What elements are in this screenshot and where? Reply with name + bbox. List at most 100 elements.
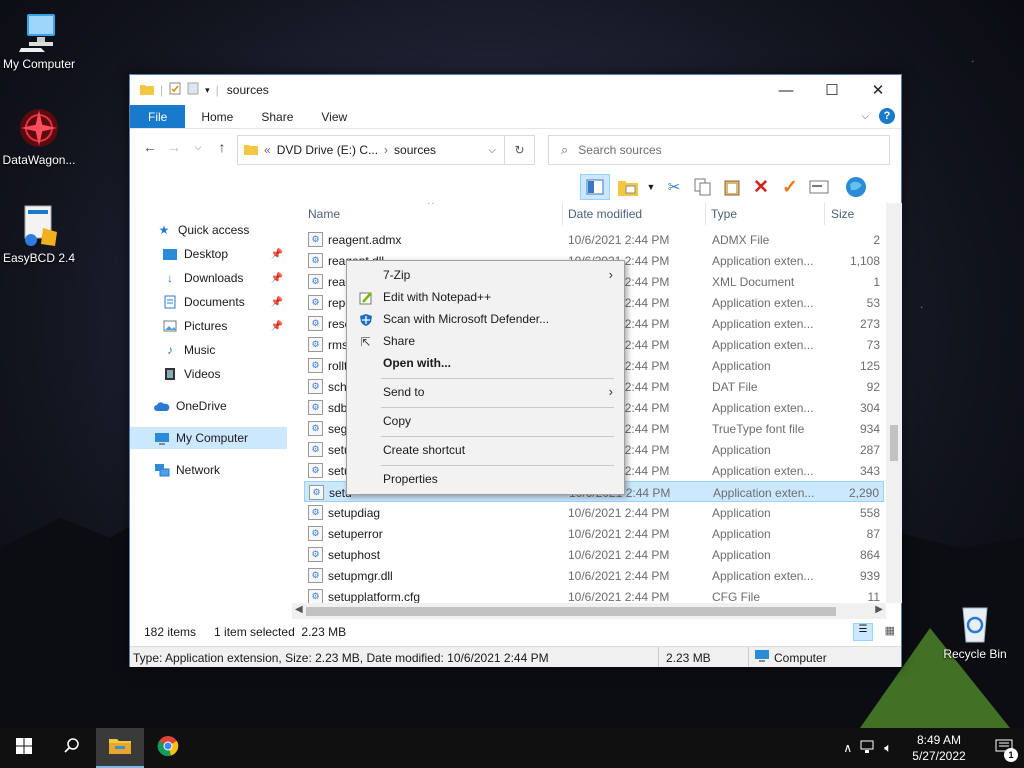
nav-quick-access[interactable]: ★ Quick access	[130, 219, 287, 241]
select-all-icon[interactable]	[808, 176, 830, 198]
scroll-right-icon[interactable]: ▶	[875, 604, 883, 615]
file-type: TrueType font file	[712, 422, 805, 436]
file-size: 934	[859, 422, 880, 436]
nav-pictures[interactable]: Pictures 📌	[130, 315, 287, 337]
expand-ribbon-icon[interactable]: ⌵	[861, 111, 869, 122]
file-row[interactable]: ⚙ setupdiag 10/6/2021 2:44 PM Application 55…	[304, 502, 884, 523]
file-row[interactable]: ⚙ setuphost 10/6/2021 2:44 PM Application 86…	[304, 544, 884, 565]
desktop-icon-easybcd[interactable]: EasyBCD 2.4	[0, 204, 82, 265]
pin-icon[interactable]: 📌	[271, 297, 283, 308]
nav-downloads[interactable]: ↓ Downloads 📌	[130, 267, 287, 289]
dropdown-arrow-icon[interactable]: ▼	[646, 176, 656, 198]
file-name-cell: ⚙ setu	[308, 442, 351, 457]
desktop-icon-my-computer[interactable]: My Computer	[0, 10, 82, 71]
column-header-size[interactable]: Size	[831, 207, 854, 227]
customize-dropdown-icon[interactable]: ▾	[205, 85, 210, 96]
file-type: XML Document	[712, 275, 795, 289]
large-icons-view-icon[interactable]: ▦	[885, 624, 895, 637]
address-dropdown-icon[interactable]: ⌵	[488, 145, 496, 156]
rename-check-icon[interactable]: ✓	[779, 176, 801, 198]
taskbar-chrome[interactable]	[144, 728, 192, 768]
delete-icon[interactable]: ✕	[750, 176, 772, 198]
tab-share[interactable]: Share	[247, 105, 307, 128]
file-row[interactable]: ⚙ reagent.admx 10/6/2021 2:44 PM ADMX File 2	[304, 229, 884, 250]
volume-icon[interactable]: 🔈︎	[884, 740, 892, 756]
search-input[interactable]: Search sources	[578, 143, 661, 157]
menu-item-copy[interactable]: Copy	[348, 410, 623, 432]
search-button[interactable]	[48, 728, 96, 768]
file-name-cell: ⚙ sch	[308, 379, 347, 394]
nav-documents[interactable]: Documents 📌	[130, 291, 287, 313]
menu-item-share[interactable]: ⇱ Share	[348, 330, 623, 352]
file-name: setupmgr.dll	[328, 568, 393, 583]
vertical-scroll-thumb[interactable]	[890, 425, 898, 461]
address-segment-drive[interactable]: DVD Drive (E:) C...	[277, 143, 378, 157]
help-icon[interactable]: ?	[879, 108, 895, 124]
vertical-scrollbar[interactable]	[886, 203, 902, 603]
nav-desktop[interactable]: Desktop 📌	[130, 243, 287, 265]
address-bar[interactable]: « DVD Drive (E:) C... › sources ⌵	[237, 135, 505, 165]
address-segment-current[interactable]: sources	[394, 143, 436, 157]
clock[interactable]: 8:49 AM 5/27/2022	[906, 732, 972, 764]
column-header-date[interactable]: Date modified	[568, 207, 642, 227]
maximize-button[interactable]: ☐	[809, 75, 855, 105]
up-arrow-icon[interactable]: ↑	[210, 139, 234, 155]
taskbar-file-explorer[interactable]	[96, 728, 144, 768]
file-row[interactable]: ⚙ setupplatform.cfg 10/6/2021 2:44 PM CFG F…	[304, 586, 884, 603]
address-separator[interactable]: ›	[384, 143, 388, 157]
menu-item-7zip[interactable]: 7-Zip ›	[348, 264, 623, 286]
show-hidden-icons-icon[interactable]: ∧	[843, 741, 852, 755]
column-header-type[interactable]: Type	[711, 207, 737, 227]
horizontal-scroll-thumb[interactable]	[306, 607, 836, 616]
preview-pane-icon[interactable]	[580, 174, 610, 200]
menu-item-scan-defender[interactable]: Scan with Microsoft Defender...	[348, 308, 623, 330]
title-bar[interactable]: | ▾ | sources — ☐ ✕	[130, 75, 901, 105]
computer-icon	[754, 649, 770, 665]
forward-arrow-icon[interactable]: →	[162, 139, 186, 155]
tab-home[interactable]: Home	[185, 105, 247, 128]
copy-icon[interactable]	[692, 176, 714, 198]
nav-my-computer[interactable]: My Computer	[130, 427, 287, 449]
pin-icon[interactable]: 📌	[271, 249, 283, 260]
network-globe-icon[interactable]	[845, 176, 867, 198]
start-button[interactable]	[0, 728, 48, 768]
close-button[interactable]: ✕	[855, 75, 901, 105]
action-center-button[interactable]: 1	[984, 728, 1024, 768]
tab-view[interactable]: View	[307, 105, 361, 128]
column-header-name[interactable]: Name	[308, 207, 340, 227]
horizontal-scrollbar[interactable]: ◀ ▶	[292, 603, 886, 619]
recent-dropdown-icon[interactable]: ⌵	[186, 142, 210, 153]
network-status-icon[interactable]	[860, 740, 876, 757]
properties-folder-icon[interactable]	[617, 176, 639, 198]
menu-item-create-shortcut[interactable]: Create shortcut	[348, 439, 623, 461]
nav-onedrive[interactable]: OneDrive	[130, 395, 287, 417]
file-row[interactable]: ⚙ setupmgr.dll 10/6/2021 2:44 PM Applicatio…	[304, 565, 884, 586]
file-row[interactable]: ⚙ setuperror 10/6/2021 2:44 PM Application 8…	[304, 523, 884, 544]
scroll-left-icon[interactable]: ◀	[295, 604, 303, 615]
minimize-button[interactable]: —	[763, 75, 809, 105]
menu-item-properties[interactable]: Properties	[348, 468, 623, 490]
quick-access-toolbar: | ▾ |	[140, 82, 219, 98]
paste-icon[interactable]	[721, 176, 743, 198]
document-icon	[162, 295, 178, 309]
properties-icon[interactable]	[169, 82, 181, 98]
cut-icon[interactable]: ✂	[663, 176, 685, 198]
refresh-button[interactable]: ↻	[505, 135, 535, 165]
file-icon: ⚙	[308, 442, 323, 457]
back-arrow-icon[interactable]: ←	[138, 139, 162, 155]
nav-network[interactable]: Network	[130, 459, 287, 481]
address-overflow[interactable]: «	[264, 143, 271, 157]
details-view-icon[interactable]: ☰	[853, 623, 873, 641]
new-folder-icon[interactable]	[187, 82, 199, 98]
nav-videos[interactable]: Videos	[130, 363, 287, 385]
menu-item-edit-notepadpp[interactable]: Edit with Notepad++	[348, 286, 623, 308]
menu-item-open-with[interactable]: Open with...	[348, 352, 623, 374]
menu-item-send-to[interactable]: Send to ›	[348, 381, 623, 403]
desktop-icon-datawagon[interactable]: DataWagon...	[0, 106, 82, 167]
pin-icon[interactable]: 📌	[271, 273, 283, 284]
pin-icon[interactable]: 📌	[271, 321, 283, 332]
desktop-icon-recycle-bin[interactable]: Recycle Bin	[932, 600, 1018, 661]
tab-file[interactable]: File	[130, 105, 186, 128]
search-box[interactable]: ⌕ Search sources	[548, 135, 890, 165]
nav-music[interactable]: ♪ Music	[130, 339, 287, 361]
